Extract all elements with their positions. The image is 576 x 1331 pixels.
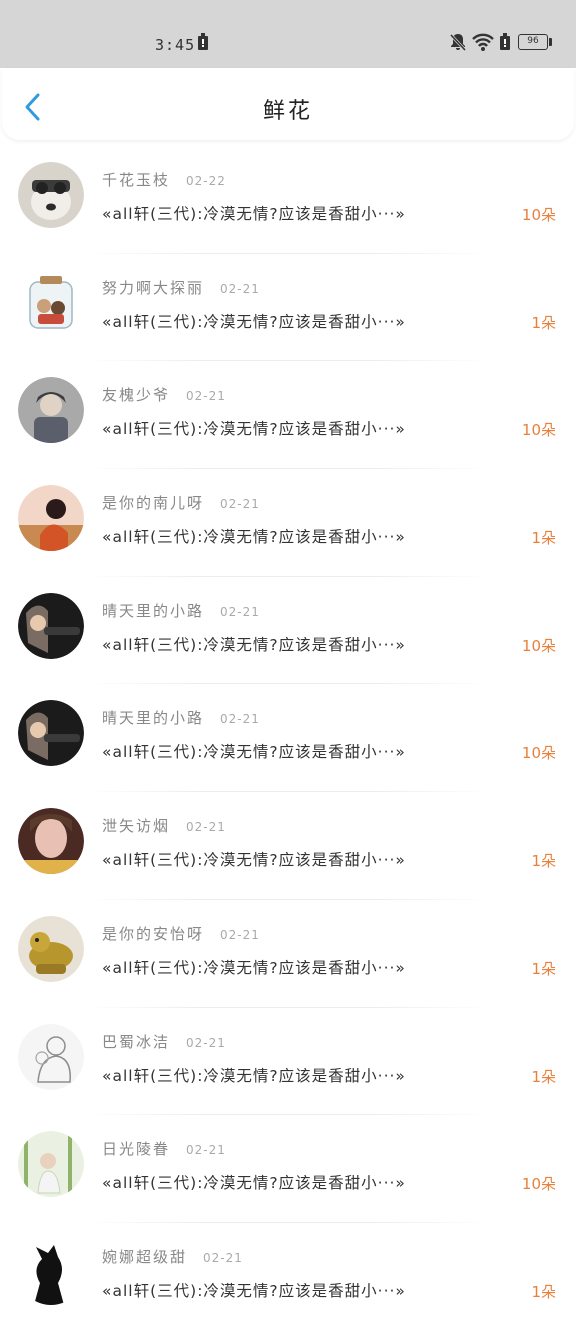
book-title: «all轩(三代):冷漠无情?应该是香甜小···» (102, 635, 406, 654)
user-name: 千花玉枝 02-22 (102, 171, 226, 189)
status-bar: 3:45 96 (0, 0, 576, 68)
flower-count: 1朵 (531, 313, 556, 332)
user-name: 晴天里的小路 02-21 (102, 709, 260, 728)
battery-alert-icon (198, 33, 208, 50)
book-title: «all轩(三代):冷漠无情?应该是香甜小···» (102, 851, 406, 870)
date: 02-21 (220, 927, 260, 942)
user-name: 是你的南儿呀 02-21 (102, 494, 260, 513)
battery-saver-icon (500, 33, 510, 50)
flower-count: 10朵 (521, 636, 556, 655)
avatar[interactable] (18, 915, 84, 982)
flower-count: 1朵 (531, 959, 556, 978)
avatar[interactable] (18, 700, 84, 767)
date: 02-21 (220, 497, 260, 512)
flower-count: 1朵 (531, 852, 556, 871)
date: 02-21 (186, 389, 226, 404)
date: 02-21 (220, 712, 260, 727)
flower-count: 1朵 (531, 1067, 556, 1086)
list-item[interactable]: 晴天里的小路 02-21 «all轩(三代):冷漠无情?应该是香甜小···» 10… (0, 684, 576, 793)
list-item[interactable]: 晴天里的小路 02-21 «all轩(三代):冷漠无情?应该是香甜小···» 10… (0, 577, 576, 685)
avatar[interactable] (18, 162, 84, 228)
book-title: «all轩(三代):冷漠无情?应该是香甜小···» (102, 312, 406, 331)
list-item[interactable]: 泄矢访烟 02-21 «all轩(三代):冷漠无情?应该是香甜小···» 1朵 (0, 792, 576, 900)
user-name: 日光陵眷 02-21 (102, 1140, 226, 1159)
list-item[interactable]: 巴蜀冰洁 02-21 «all轩(三代):冷漠无情?应该是香甜小···» 1朵 (0, 1008, 576, 1116)
flower-count: 1朵 (531, 529, 556, 548)
book-title: «all轩(三代):冷漠无情?应该是香甜小···» (102, 743, 406, 762)
flower-count: 10朵 (521, 206, 556, 224)
date: 02-21 (186, 1143, 226, 1158)
list-item[interactable]: 是你的南儿呀 02-21 «all轩(三代):冷漠无情?应该是香甜小···» 1朵 (0, 469, 576, 577)
user-name: 婉娜超级甜 02-21 (102, 1247, 243, 1266)
list-item[interactable]: 千花玉枝 02-22 «all轩(三代):冷漠无情?应该是香甜小···» 10朵 (0, 146, 576, 254)
flower-count: 10朵 (521, 421, 556, 440)
list-item[interactable]: 友槐少爷 02-21 «all轩(三代):冷漠无情?应该是香甜小···» 10朵 (0, 361, 576, 470)
date: 02-21 (220, 281, 260, 296)
avatar[interactable] (18, 1238, 84, 1305)
date: 02-21 (220, 604, 260, 619)
book-title: «all轩(三代):冷漠无情?应该是香甜小···» (102, 1281, 406, 1300)
wifi-icon (472, 33, 494, 51)
app-header: 鲜花 (2, 68, 574, 140)
user-name: 泄矢访烟 02-21 (102, 817, 226, 836)
flower-count: 10朵 (521, 744, 556, 763)
avatar[interactable] (18, 485, 84, 552)
book-title: «all轩(三代):冷漠无情?应该是香甜小···» (102, 528, 406, 547)
avatar[interactable] (18, 269, 84, 336)
user-name: 晴天里的小路 02-21 (102, 601, 260, 620)
book-title: «all轩(三代):冷漠无情?应该是香甜小···» (102, 1174, 406, 1193)
avatar[interactable] (18, 1131, 84, 1198)
user-name: 努力啊大探丽 02-21 (102, 278, 260, 297)
date: 02-22 (186, 174, 226, 188)
avatar[interactable] (18, 1023, 84, 1090)
list-item[interactable]: 日光陵眷 02-21 «all轩(三代):冷漠无情?应该是香甜小···» 10朵 (0, 1115, 576, 1223)
date: 02-21 (186, 1035, 226, 1050)
list-item[interactable]: 婉娜超级甜 02-21 «all轩(三代):冷漠无情?应该是香甜小···» 1朵 (0, 1223, 576, 1331)
avatar[interactable] (18, 808, 84, 875)
book-title: «all轩(三代):冷漠无情?应该是香甜小···» (102, 205, 406, 223)
flower-count: 10朵 (521, 1175, 556, 1194)
flower-count: 1朵 (531, 1282, 556, 1301)
battery-level: 96 (527, 36, 539, 46)
flower-list: 千花玉枝 02-22 «all轩(三代):冷漠无情?应该是香甜小···» 10朵 … (0, 146, 576, 1331)
book-title: «all轩(三代):冷漠无情?应该是香甜小···» (102, 420, 406, 439)
user-name: 友槐少爷 02-21 (102, 386, 226, 405)
mute-notification-icon (449, 33, 467, 52)
list-item[interactable]: 努力啊大探丽 02-21 «all轩(三代):冷漠无情?应该是香甜小···» 1朵 (0, 254, 576, 362)
battery-icon: 96 (518, 34, 548, 50)
list-item[interactable]: 是你的安怡呀 02-21 «all轩(三代):冷漠无情?应该是香甜小···» 1朵 (0, 900, 576, 1008)
book-title: «all轩(三代):冷漠无情?应该是香甜小···» (102, 958, 406, 977)
battery-tip (549, 38, 552, 46)
avatar[interactable] (18, 592, 84, 659)
user-name: 是你的安怡呀 02-21 (102, 924, 260, 943)
date: 02-21 (186, 820, 226, 835)
date: 02-21 (203, 1250, 243, 1265)
status-time: 3:45 (155, 36, 196, 54)
book-title: «all轩(三代):冷漠无情?应该是香甜小···» (102, 1066, 406, 1085)
user-name: 巴蜀冰洁 02-21 (102, 1032, 226, 1051)
avatar[interactable] (18, 377, 84, 444)
page-title: 鲜花 (262, 99, 313, 124)
